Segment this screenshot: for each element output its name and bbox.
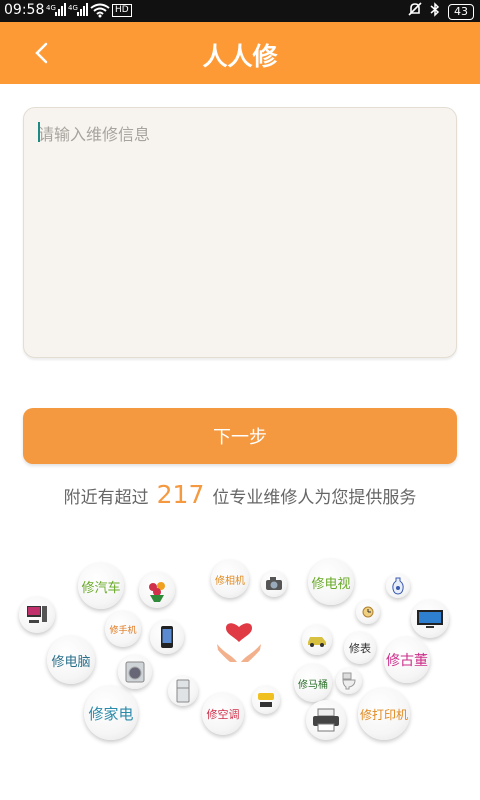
service-repair-printer[interactable]: 修打印机 xyxy=(358,688,410,740)
heart-hands-icon xyxy=(217,623,261,662)
repair-info-box xyxy=(23,107,457,358)
nearby-prefix: 附近有超过 xyxy=(63,488,149,508)
signal-2-icon: 4G xyxy=(68,3,90,20)
vase-icon[interactable] xyxy=(386,574,410,598)
camera-icon[interactable] xyxy=(261,571,287,597)
service-repair-computer[interactable]: 修电脑 xyxy=(47,636,95,684)
phone-icon[interactable] xyxy=(150,620,184,654)
printer-icon[interactable] xyxy=(306,700,346,740)
status-bar: 09:58 4G 4G HD 43 xyxy=(0,0,480,22)
service-repair-phone[interactable]: 修手机 xyxy=(105,611,141,647)
title-bar: 人人修 xyxy=(0,22,480,84)
car-icon[interactable] xyxy=(302,625,332,655)
nearby-suffix: 位专业维修人为您提供服务 xyxy=(212,488,417,508)
service-repair-aircon[interactable]: 修空调 xyxy=(202,693,244,735)
computer-icon[interactable] xyxy=(19,597,55,633)
svg-text:4G: 4G xyxy=(68,4,78,12)
service-repair-car[interactable]: 修汽车 xyxy=(78,563,124,609)
service-repair-tv[interactable]: 修电视 xyxy=(308,559,354,605)
wifi-icon xyxy=(90,3,110,21)
flowers-icon[interactable] xyxy=(139,572,175,608)
aircon-icon[interactable] xyxy=(252,686,280,714)
next-step-button[interactable]: 下一步 xyxy=(23,408,457,464)
service-repair-toilet[interactable]: 修马桶 xyxy=(294,664,332,702)
fridge-icon[interactable] xyxy=(168,676,198,706)
bluetooth-icon xyxy=(430,2,440,21)
watch-icon[interactable] xyxy=(356,600,380,624)
repair-info-input[interactable] xyxy=(24,108,456,357)
signal-1-icon: 4G xyxy=(46,3,68,20)
mute-icon xyxy=(408,2,422,21)
washer-icon[interactable] xyxy=(118,655,152,689)
service-repair-appliance[interactable]: 修家电 xyxy=(84,686,138,740)
tv-icon[interactable] xyxy=(411,600,449,638)
page-title: 人人修 xyxy=(202,42,278,71)
svg-text:4G: 4G xyxy=(46,4,56,12)
repairer-count: 217 xyxy=(156,480,205,509)
text-caret xyxy=(38,122,40,142)
battery-indicator: 43 xyxy=(448,3,474,20)
nearby-repairers-text: 附近有超过 217 位专业维修人为您提供服务 xyxy=(0,480,480,509)
toilet-icon[interactable] xyxy=(336,668,362,694)
service-repair-camera[interactable]: 修相机 xyxy=(211,560,249,598)
hd-icon: HD xyxy=(112,4,132,17)
service-repair-antiques[interactable]: 修古董 xyxy=(384,637,430,683)
status-time: 09:58 xyxy=(4,2,45,18)
service-repair-watch[interactable]: 修表 xyxy=(344,632,376,664)
